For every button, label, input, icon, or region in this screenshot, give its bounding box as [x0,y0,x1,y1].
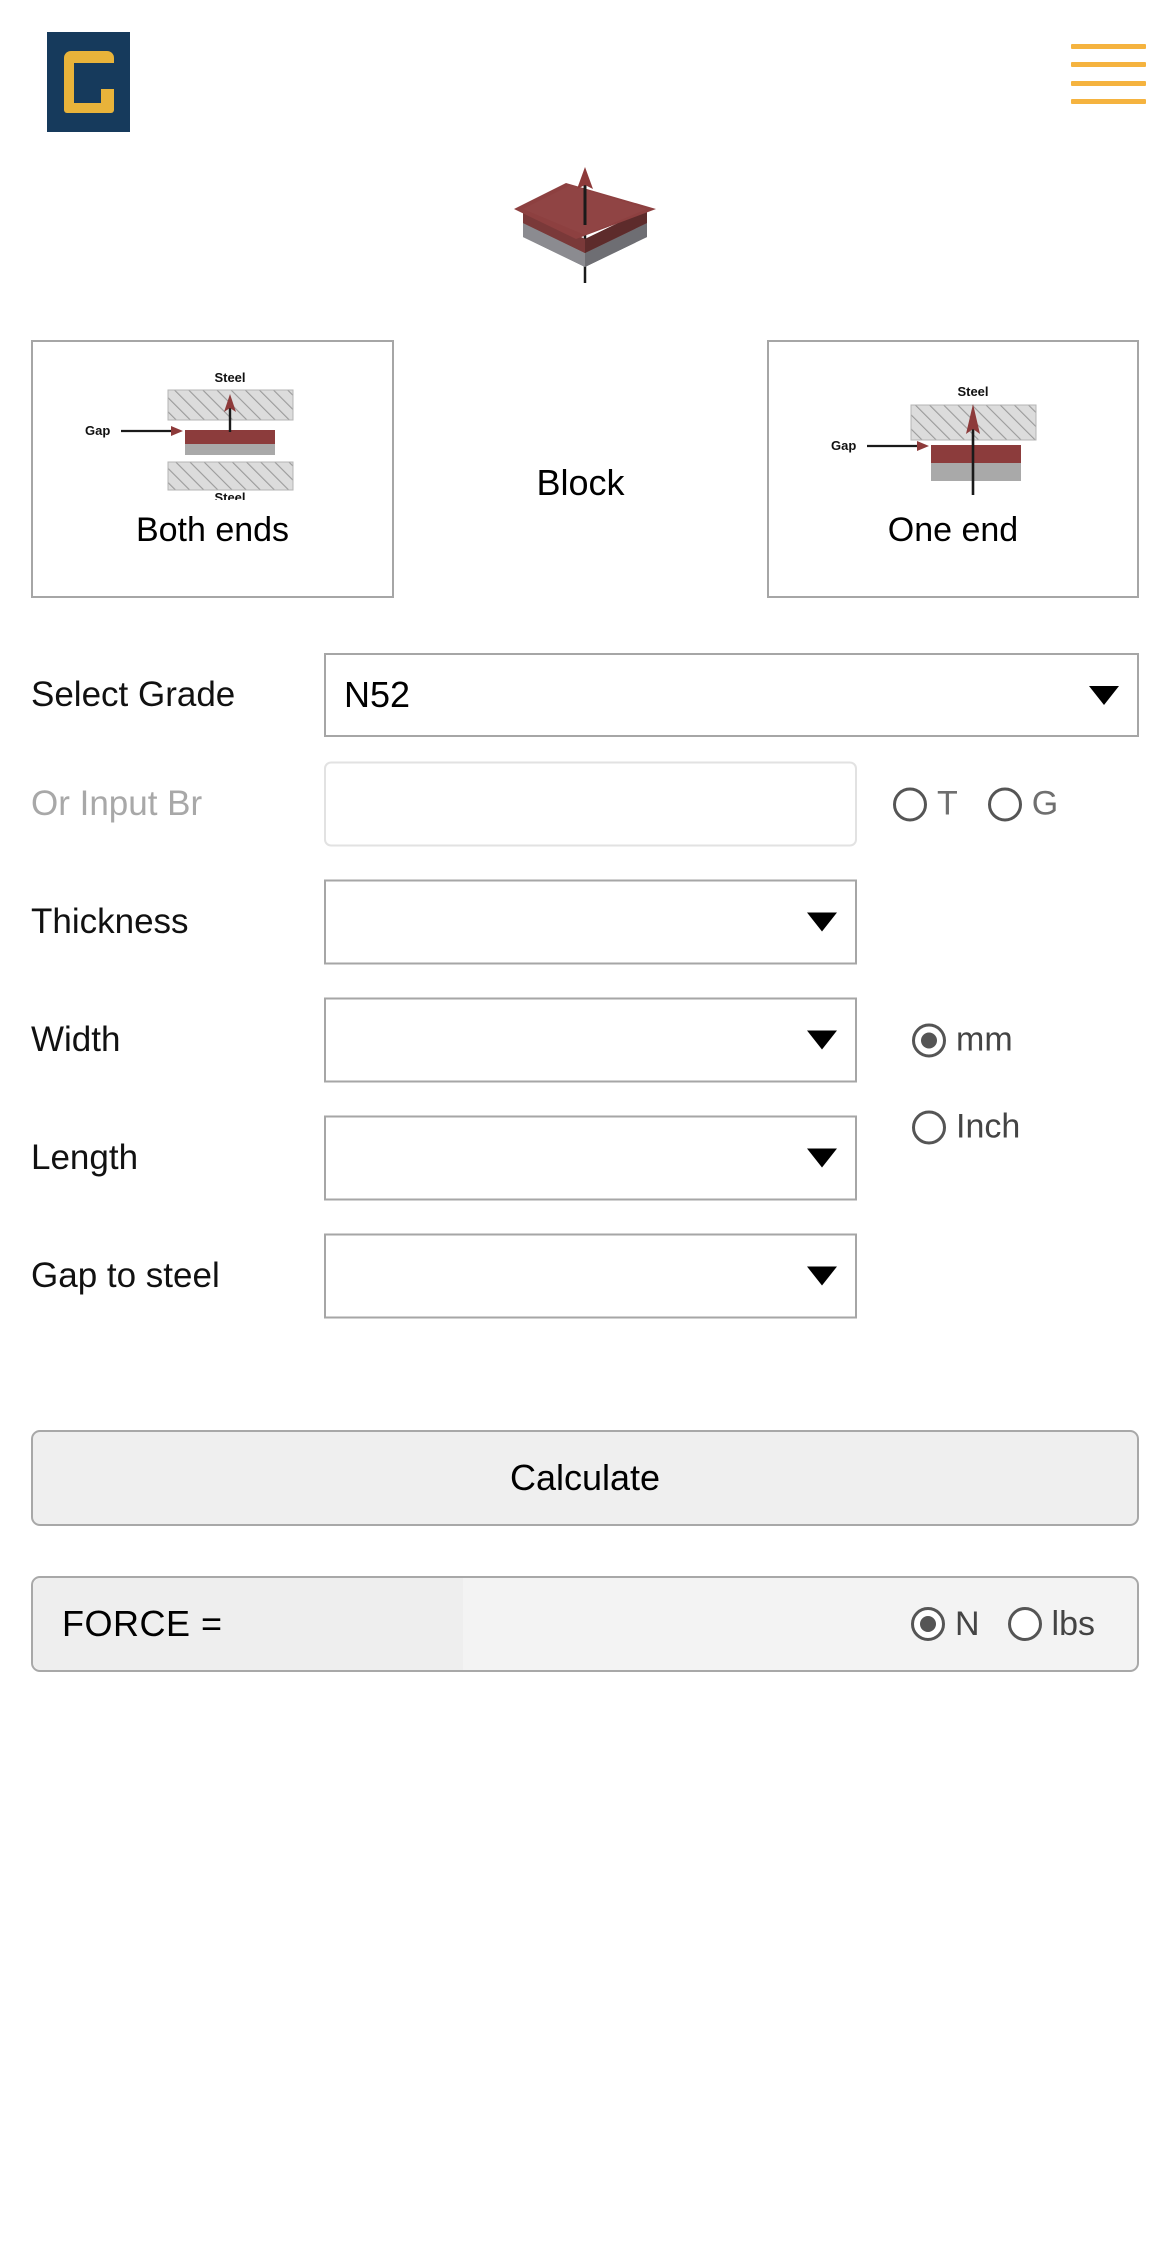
company-logo[interactable] [47,32,130,132]
type-option-both-ends[interactable]: Steel Steel Gap Both ends [31,340,394,598]
form-row-br: Or Input Br T G [0,745,1170,863]
form-row-gap: Gap to steel [0,1217,1170,1335]
hamburger-bar [1071,44,1146,49]
chevron-down-icon [1089,685,1119,705]
logo-glyph-icon [63,51,114,113]
one-end-diagram: Steel Gap [769,342,1137,507]
width-select[interactable] [324,997,857,1083]
force-result-label: FORCE = [62,1603,223,1644]
shape-name-label: Block [536,462,625,503]
both-ends-schematic-icon: Steel Steel Gap [85,370,293,500]
force-unit-option-n[interactable]: N [910,1604,980,1644]
label-thickness: Thickness [31,902,189,941]
hamburger-bar [1071,98,1146,104]
label-width: Width [31,1020,121,1059]
grade-select[interactable]: N52 [324,653,1139,737]
app-page: Steel Steel Gap Both ends Block Steel Ga… [0,0,1170,2250]
unit-option-mm-label: mm [956,1020,1013,1059]
label-length: Length [31,1138,139,1177]
form-row-length: Length Inch [0,1099,1170,1217]
br-unit-option-g-label: G [1031,784,1059,823]
svg-text:Steel: Steel [214,490,245,500]
svg-text:Gap: Gap [85,423,110,438]
logo-notch-shape [100,89,114,103]
both-ends-diagram: Steel Steel Gap [33,342,392,507]
type-option-one-end[interactable]: Steel Gap One end [767,340,1139,598]
force-result-bar: FORCE = N lbs [31,1576,1139,1672]
type-option-both-ends-label: Both ends [135,511,290,549]
form-row-grade: Select Grade N52 [0,645,1170,745]
hamburger-menu-icon[interactable] [1071,40,1146,108]
magnet-type-selector: Steel Steel Gap Both ends Block Steel Ga… [0,340,1170,600]
svg-text:Steel: Steel [957,384,988,399]
chevron-down-icon [807,1266,837,1286]
form-row-width: Width mm [0,981,1170,1099]
block-magnet-3d-icon [514,167,656,283]
force-unit-option-lbs[interactable]: lbs [1007,1604,1095,1644]
force-unit-option-n-label: N [954,1604,980,1643]
br-unit-radio-group: T G [893,785,1058,824]
radio-icon [1007,1607,1042,1641]
label-gap-to-steel: Gap to steel [31,1256,220,1295]
grade-select-value: N52 [344,674,411,715]
br-input[interactable] [324,761,857,847]
radio-icon [910,1607,945,1641]
calculator-form: Select Grade N52 Or Input Br T G Thickne… [0,645,1170,1335]
br-unit-option-t[interactable]: T [893,785,958,824]
label-or-input-br: Or Input Br [31,784,203,823]
form-row-thickness: Thickness [0,863,1170,981]
label-select-grade: Select Grade [31,675,236,714]
chevron-down-icon [807,1030,837,1050]
radio-icon [893,787,927,821]
length-select[interactable] [324,1115,857,1201]
hamburger-bar [1071,80,1146,86]
svg-text:Steel: Steel [214,370,245,385]
calculate-button[interactable]: Calculate [31,1430,1139,1526]
radio-icon [912,1110,946,1145]
br-unit-option-g[interactable]: G [987,784,1059,824]
hamburger-bar [1071,62,1146,68]
chevron-down-icon [807,912,837,932]
unit-option-inch-label: Inch [956,1107,1021,1146]
radio-icon [912,1023,946,1057]
gap-select[interactable] [324,1233,857,1319]
thickness-select[interactable] [324,879,857,965]
force-unit-option-lbs-label: lbs [1051,1604,1095,1643]
force-unit-radio-group: N lbs [910,1604,1095,1644]
magnet-block-illustration [0,165,1170,290]
radio-icon [987,787,1022,821]
unit-option-inch[interactable]: Inch [912,1108,1020,1147]
unit-option-mm[interactable]: mm [912,1021,1013,1060]
svg-text:Gap: Gap [831,438,856,453]
br-unit-option-t-label: T [937,784,958,823]
chevron-down-icon [807,1148,837,1168]
type-option-one-end-label: One end [887,511,1019,549]
one-end-schematic-icon: Steel Gap [831,384,1037,495]
app-header [0,0,1170,150]
